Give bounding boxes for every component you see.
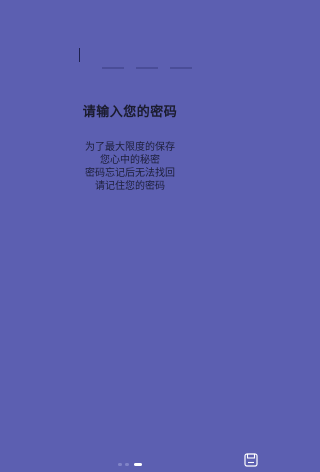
save-icon (244, 453, 258, 467)
pin-slot (170, 67, 192, 69)
page-indicator (0, 462, 260, 468)
description-line: 为了最大限度的保存 (85, 142, 175, 153)
page-title: 请输入您的密码 (82, 105, 178, 120)
page-dot (118, 463, 122, 466)
description: 为了最大限度的保存 您心中的秘密 密码忘记后无法找回 请记住您的密码 (0, 141, 260, 193)
description-line: 请记住您的密码 (95, 181, 165, 192)
text-cursor (79, 48, 80, 62)
description-line: 密码忘记后无法找回 (85, 168, 175, 179)
pin-slot (102, 67, 124, 69)
pin-slot (136, 67, 158, 69)
page-dot-active (134, 463, 142, 466)
page-dot (125, 463, 129, 466)
pin-entry[interactable] (0, 40, 260, 74)
save-button[interactable] (244, 452, 258, 467)
description-line: 您心中的秘密 (100, 155, 160, 166)
